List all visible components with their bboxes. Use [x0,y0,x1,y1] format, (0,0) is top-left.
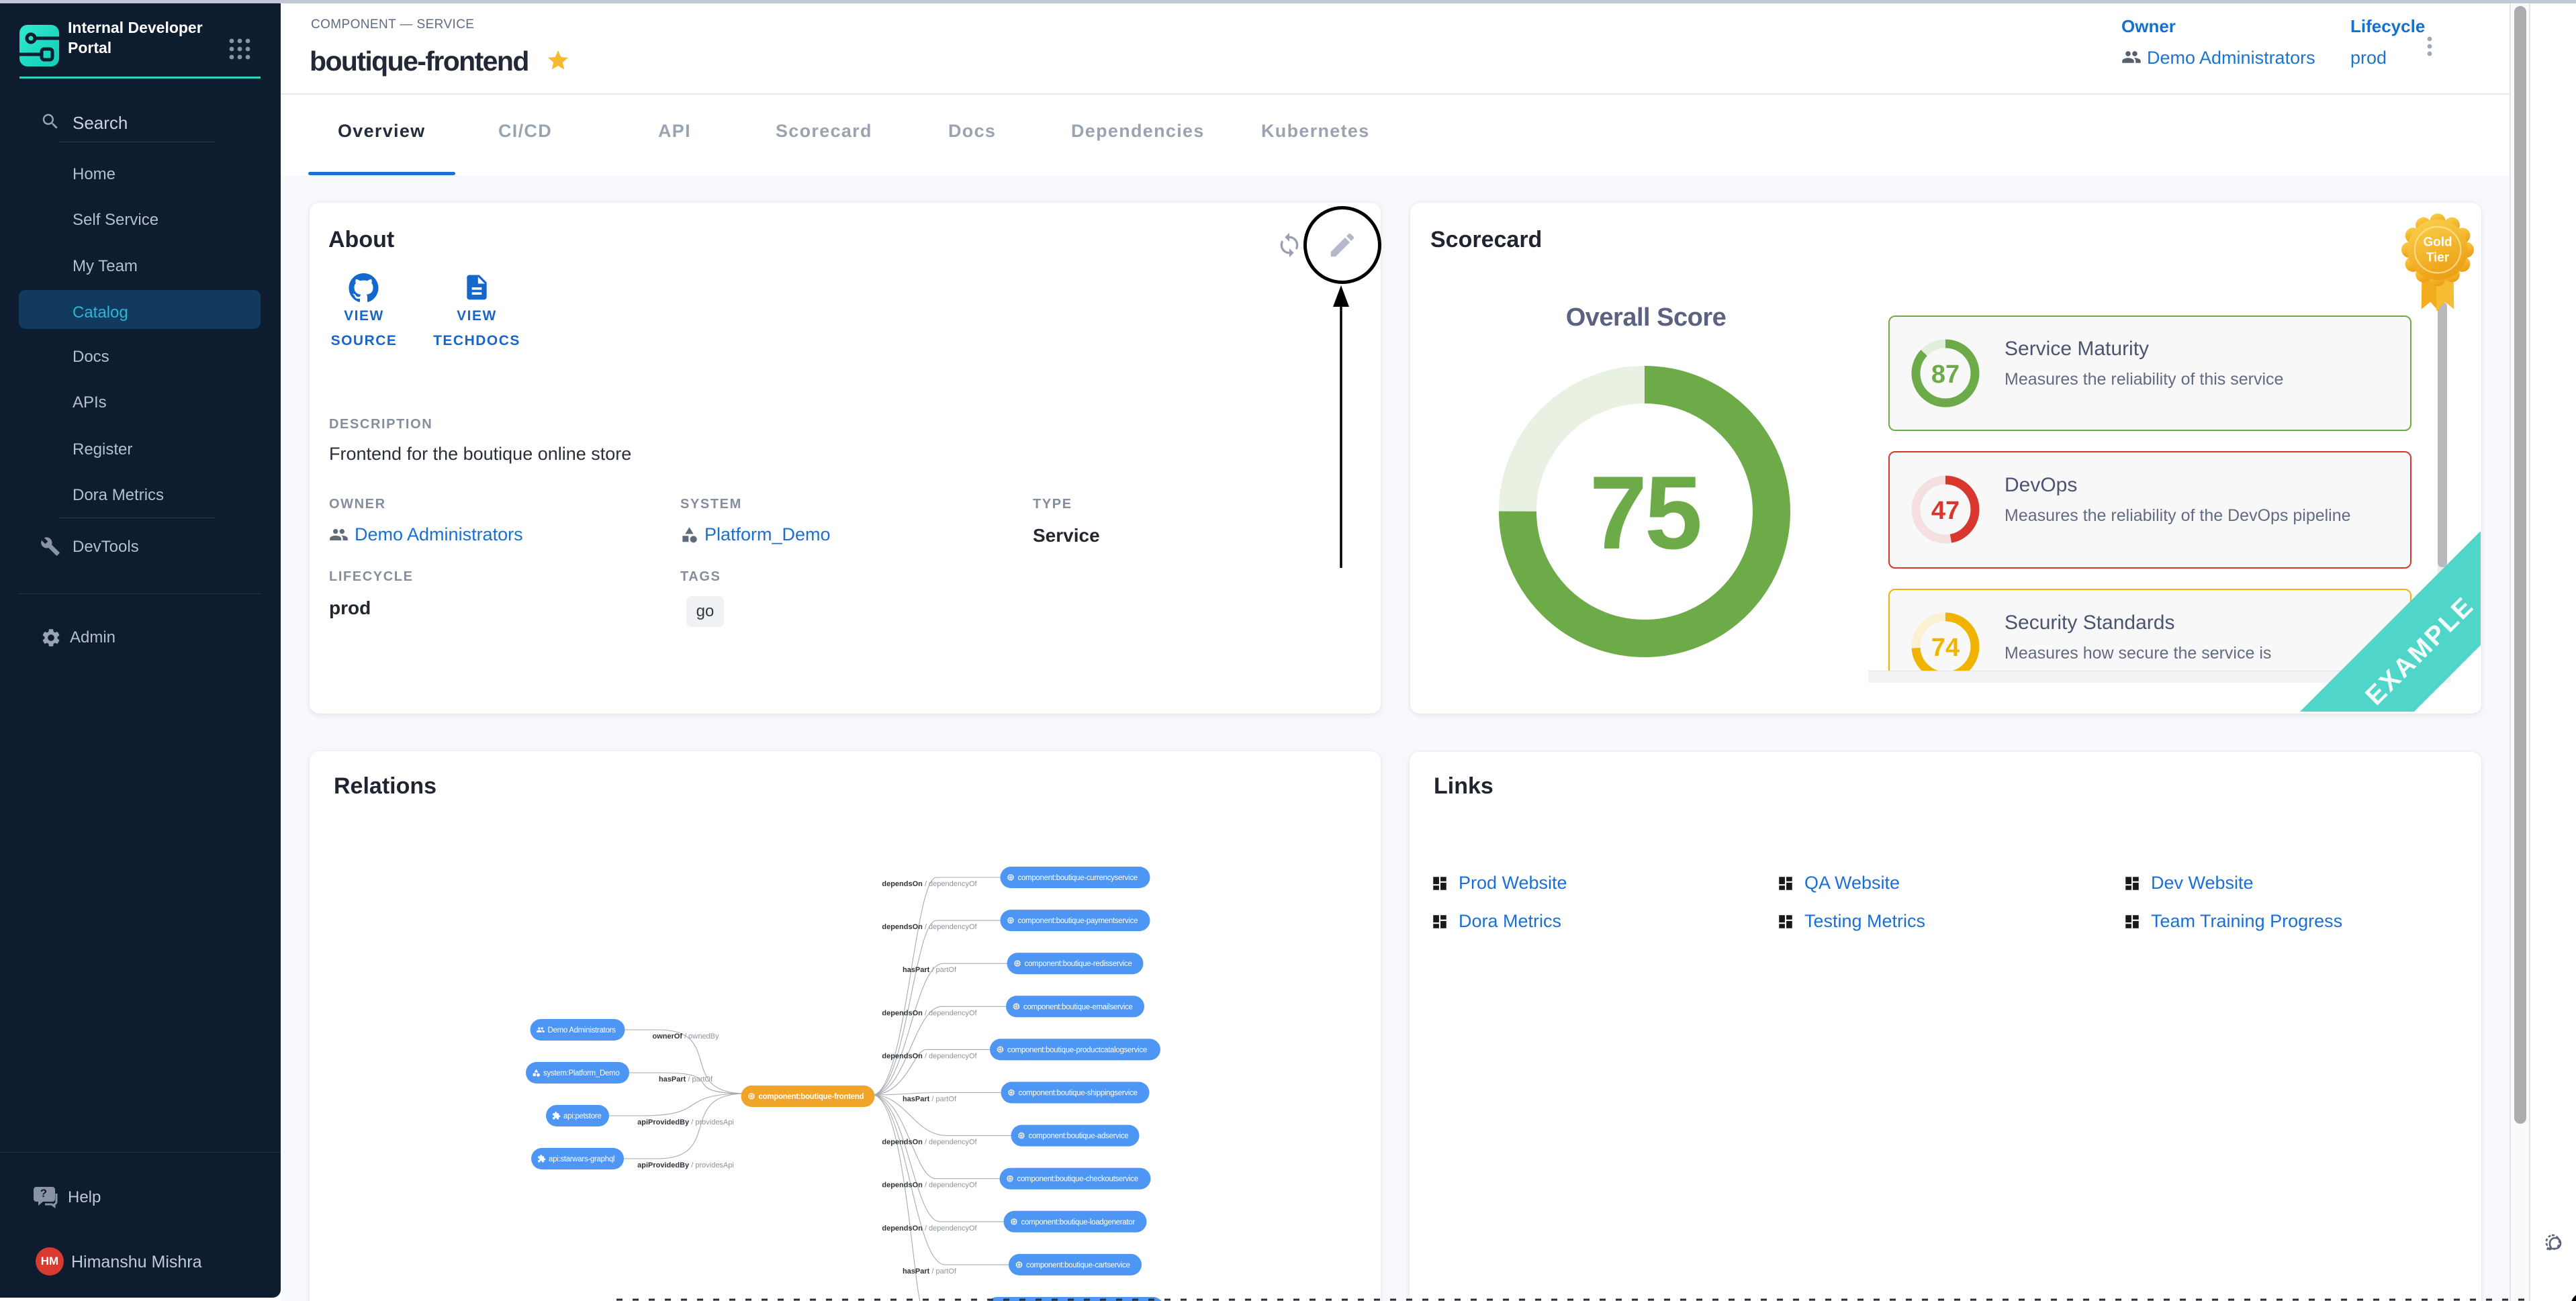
svg-text:74: 74 [1931,634,1960,662]
svg-text:Tier: Tier [2426,250,2450,264]
svg-text:87: 87 [1931,360,1960,389]
svg-text:component:boutique-redisservic: component:boutique-redisservice [1025,960,1132,968]
svg-text:hasPart / partOf: hasPart / partOf [659,1075,713,1083]
svg-text:ownerOf / ownedBy: ownerOf / ownedBy [652,1032,719,1041]
svg-text:dependsOn / dependencyOf: dependsOn / dependencyOf [882,923,977,931]
svg-text:component:boutique-frontend: component:boutique-frontend [759,1093,864,1101]
svg-text:api:starwars-graphql: api:starwars-graphql [549,1155,614,1163]
svg-text:component:boutique-emailservic: component:boutique-emailservice [1023,1003,1133,1011]
svg-text:dependsOn / dependencyOf: dependsOn / dependencyOf [882,1224,977,1233]
svg-text:apiProvidedBy / providesApi: apiProvidedBy / providesApi [637,1118,734,1126]
svg-text:component:boutique-checkoutser: component:boutique-checkoutservice [1017,1175,1138,1184]
svg-text:component:boutique-shippingser: component:boutique-shippingservice [1019,1090,1138,1098]
svg-text:hasPart / partOf: hasPart / partOf [903,1096,957,1104]
svg-text:75: 75 [1590,454,1700,571]
svg-text:hasPart / partOf: hasPart / partOf [903,966,957,974]
svg-text:dependsOn / dependencyOf: dependsOn / dependencyOf [882,1182,977,1190]
svg-text:hasPart / partOf: hasPart / partOf [903,1267,957,1275]
svg-text:component:boutique-cartservice: component:boutique-cartservice [1026,1261,1130,1269]
svg-text:dependsOn / dependencyOf: dependsOn / dependencyOf [882,880,977,888]
svg-text:Gold: Gold [2423,236,2452,250]
svg-text:dependsOn / dependencyOf: dependsOn / dependencyOf [882,1139,977,1147]
svg-text:component:boutique-paymentserv: component:boutique-paymentservice [1018,917,1138,925]
svg-text:dependsOn / dependencyOf: dependsOn / dependencyOf [882,1009,977,1017]
svg-text:system:Platform_Demo: system:Platform_Demo [543,1069,620,1077]
svg-text:api:petstore: api:petstore [563,1112,602,1120]
svg-text:apiProvidedBy / providesApi: apiProvidedBy / providesApi [637,1161,734,1169]
svg-text:component:boutique-productcata: component:boutique-productcatalogservice [1007,1046,1147,1054]
svg-text:component:boutique-loadgenerat: component:boutique-loadgenerator [1021,1218,1136,1226]
svg-text:component:boutique-currencyser: component:boutique-currencyservice [1018,874,1138,882]
svg-text:Demo Administrators: Demo Administrators [548,1026,616,1034]
svg-text:dependsOn / dependencyOf: dependsOn / dependencyOf [882,1052,977,1060]
svg-text:component:boutique-adservice: component:boutique-adservice [1029,1133,1129,1141]
svg-text:?: ? [40,1187,47,1200]
svg-text:47: 47 [1931,497,1960,525]
